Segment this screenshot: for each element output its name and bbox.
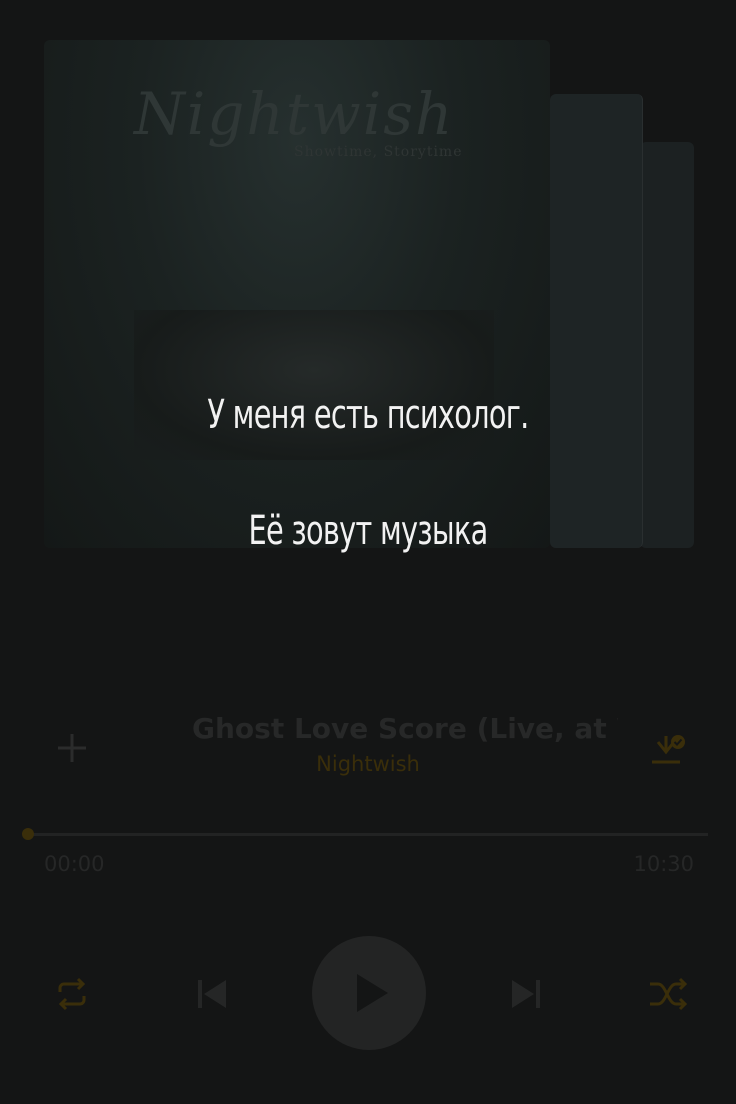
progress-knob[interactable] [22, 828, 34, 840]
skip-next-icon [512, 980, 540, 1008]
shuffle-icon [650, 977, 688, 1011]
next-next-album-cover[interactable] [640, 142, 694, 548]
overlay-quote-line-1: У меня есть психолог. [207, 392, 529, 438]
download-button[interactable] [648, 732, 688, 768]
skip-previous-icon [198, 980, 226, 1008]
music-player: Nightwish Showtime, Storytime У меня ест… [0, 0, 736, 1104]
play-button[interactable] [312, 936, 426, 1050]
progress-bar[interactable] [28, 833, 708, 836]
next-track-button[interactable] [506, 974, 546, 1014]
cover-band-logo: Nightwish [134, 80, 455, 148]
total-time: 10:30 [633, 852, 694, 876]
download-check-icon [652, 735, 685, 764]
shuffle-button[interactable] [646, 976, 690, 1012]
elapsed-time: 00:00 [44, 852, 105, 876]
play-icon [357, 974, 388, 1012]
track-title: Ghost Love Score (Live, at Wa [192, 712, 618, 745]
repeat-button[interactable] [52, 976, 92, 1012]
overlay-quote-line-2: Её зовут музыка [248, 508, 488, 554]
track-artist[interactable]: Nightwish [0, 752, 736, 776]
repeat-icon [58, 977, 86, 1011]
next-album-cover[interactable] [550, 94, 643, 548]
album-cover-carousel[interactable]: Nightwish Showtime, Storytime [0, 0, 736, 560]
previous-track-button[interactable] [192, 974, 232, 1014]
current-album-cover[interactable]: Nightwish Showtime, Storytime [44, 40, 550, 548]
cover-album-subtitle: Showtime, Storytime [294, 144, 463, 160]
